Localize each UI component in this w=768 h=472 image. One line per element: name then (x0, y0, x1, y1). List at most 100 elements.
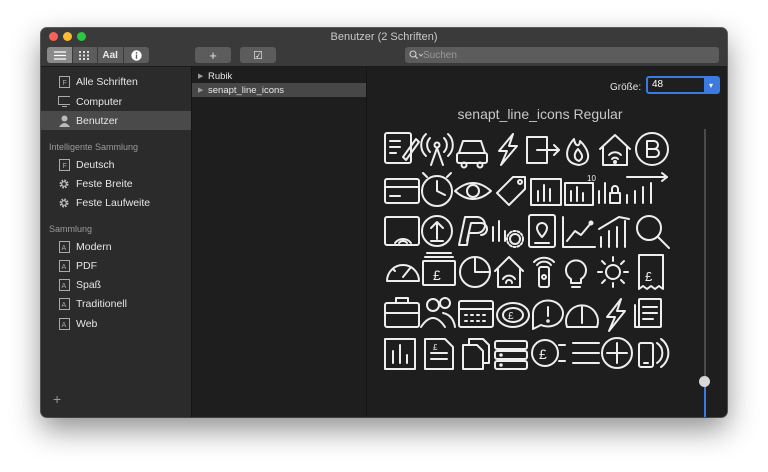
svg-text:A: A (61, 283, 66, 290)
line-chart-icon (562, 216, 596, 248)
money-stack-icon: £ (422, 252, 456, 286)
sidebar-item-label: Benutzer (76, 114, 119, 127)
font-family-label: Rubik (208, 70, 233, 82)
sidebar-item-web[interactable]: A Web (41, 314, 191, 333)
font-list: ▶ Rubik ▶ senapt_line_icons (192, 67, 367, 417)
users-icon (420, 297, 456, 328)
sidebar-item-spass[interactable]: A Spaß (41, 275, 191, 294)
chart-gear-icon (492, 220, 524, 248)
monitor-icon (58, 96, 70, 108)
sidebar-item-label: Deutsch (76, 158, 115, 171)
sidebar-item-label: PDF (76, 259, 97, 272)
search-field[interactable]: Suchen (405, 47, 719, 63)
clock-icon (421, 172, 453, 207)
alert-bubble-icon (532, 299, 564, 330)
receipt-icon: £ (638, 254, 664, 290)
font-preview-pane: Größe: 48 ▾ senapt_line_icons Regular 10 (367, 67, 727, 417)
svg-text:£: £ (539, 346, 547, 362)
glyph-preview-grid: 10 £ £ £ £ £ (384, 132, 670, 370)
info-icon (131, 49, 142, 61)
antenna-icon (420, 133, 454, 166)
font-collection-icon: A (58, 240, 70, 253)
titlebar: Benutzer (2 Schriften) AaI + ☑ Suchen (41, 28, 727, 67)
disclosure-triangle-icon[interactable]: ▶ (198, 72, 204, 80)
svg-text:10: 10 (587, 174, 596, 183)
size-slider-knob[interactable] (699, 375, 710, 387)
sidebar-item-alle-schriften[interactable]: F Alle Schriften (41, 72, 191, 91)
smart-collection-heading: Intelligente Sammlung (49, 142, 139, 152)
sample-text-label: AaI (102, 49, 118, 61)
menu-list-icon (572, 342, 600, 364)
edit-document-icon (384, 132, 420, 164)
font-list-item-senapt-line-icons[interactable]: ▶ senapt_line_icons (192, 83, 366, 97)
sidebar-item-modern[interactable]: A Modern (41, 237, 191, 256)
credit-card-icon (384, 178, 420, 204)
chevron-down-icon[interactable]: ▾ (704, 78, 718, 92)
sidebar-item-label: Spaß (76, 278, 102, 291)
sidebar-item-computer[interactable]: Computer (41, 92, 191, 111)
house-signal-icon (494, 256, 524, 288)
gear-icon (58, 178, 70, 190)
checkbox-icon: ☑ (253, 49, 263, 62)
wifi-card-icon (384, 216, 420, 246)
sidebar-item-label: Web (76, 317, 98, 330)
svg-text:£: £ (645, 269, 653, 284)
user-icon (58, 115, 70, 127)
gear-icon (58, 197, 70, 209)
svg-text:A: A (61, 245, 66, 252)
invoice-icon: £ (424, 338, 454, 370)
add-collection-button[interactable]: + (53, 391, 61, 407)
sidebar-item-label: Feste Breite (76, 177, 133, 190)
sample-text-button[interactable]: AaI (97, 47, 124, 63)
pie-chart-icon (459, 256, 491, 288)
svg-text:A: A (61, 322, 66, 329)
grid-view-button[interactable] (73, 47, 98, 63)
font-book-window: Benutzer (2 Schriften) AaI + ☑ Suchen F … (41, 28, 727, 417)
sidebar-item-benutzer[interactable]: Benutzer (41, 111, 191, 130)
lightning-icon (498, 133, 518, 166)
sidebar-item-label: Feste Laufweite (76, 196, 151, 209)
coin-pound-icon: £ (496, 302, 530, 328)
font-collection-icon: A (58, 297, 70, 310)
sidebar-item-deutsch[interactable]: F Deutsch (41, 155, 191, 174)
list-view-icon (53, 50, 66, 60)
size-label: Größe: (610, 82, 642, 93)
bar-chart-arrow-icon (626, 172, 668, 204)
phone-ring-icon (638, 338, 670, 368)
font-collection-icon: A (58, 259, 70, 272)
gauge-icon (565, 304, 599, 328)
validate-font-button[interactable]: ☑ (240, 47, 276, 63)
sidebar-item-traditionell[interactable]: A Traditionell (41, 294, 191, 313)
sidebar-item-pdf[interactable]: A PDF (41, 256, 191, 275)
svg-text:A: A (61, 302, 66, 309)
svg-text:F: F (62, 80, 66, 87)
list-view-button[interactable] (47, 47, 74, 63)
add-circle-icon (601, 337, 633, 369)
size-value[interactable]: 48 (652, 79, 663, 90)
info-button[interactable] (123, 47, 149, 63)
home-wifi-icon (599, 134, 631, 166)
magnifier-icon (636, 215, 670, 249)
bar-chart-icon (530, 178, 562, 206)
lightbulb-icon (565, 259, 587, 288)
paypal-icon (458, 216, 488, 246)
disclosure-triangle-icon[interactable]: ▶ (198, 86, 204, 94)
calendar-grid-icon (458, 300, 494, 328)
size-combobox[interactable]: 48 ▾ (646, 76, 720, 94)
sun-icon (597, 256, 629, 288)
svg-text:£: £ (433, 267, 441, 283)
font-list-item-rubik[interactable]: ▶ Rubik (192, 69, 366, 83)
view-mode-segmented-control: AaI (47, 47, 149, 63)
sidebar-item-feste-breite[interactable]: Feste Breite (41, 174, 191, 193)
exit-icon (526, 136, 560, 164)
sidebar-item-feste-laufweite[interactable]: Feste Laufweite (41, 193, 191, 212)
fire-icon (566, 138, 590, 166)
map-document-icon (528, 214, 556, 248)
sidebar-item-label: Alle Schriften (76, 75, 138, 88)
font-name: senapt_line_icons Regular (457, 106, 623, 122)
remote-wifi-icon (533, 256, 555, 288)
svg-text:£: £ (508, 311, 514, 322)
speedometer-icon (386, 264, 420, 282)
size-slider-track[interactable] (704, 129, 706, 417)
add-font-button[interactable]: + (195, 47, 231, 63)
